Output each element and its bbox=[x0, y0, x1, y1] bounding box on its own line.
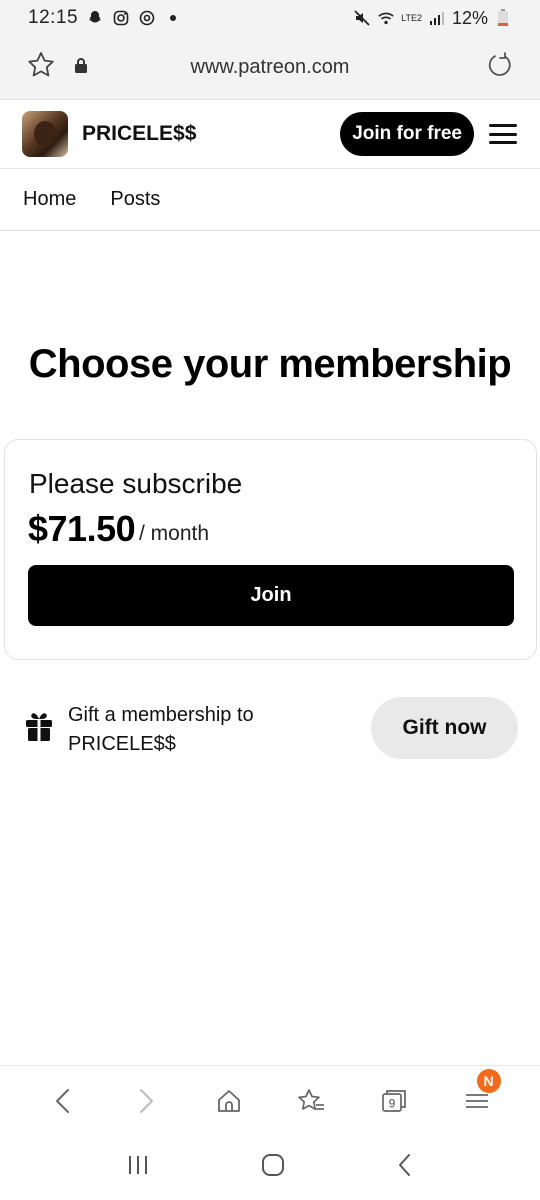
bookmark-star-icon[interactable] bbox=[26, 50, 56, 85]
gift-membership-text: Gift a membership to PRICELE$$ bbox=[68, 704, 254, 755]
mute-icon bbox=[353, 9, 371, 27]
tabs-icon[interactable]: 9 bbox=[374, 1081, 414, 1121]
gift-now-button[interactable]: Gift now bbox=[371, 697, 518, 759]
home-button-icon[interactable] bbox=[260, 1152, 286, 1183]
tier-period: / month bbox=[139, 522, 210, 545]
instagram-icon bbox=[112, 9, 130, 27]
tab-home[interactable]: Home bbox=[23, 188, 76, 211]
browser-toolbar: 9 N bbox=[0, 1065, 540, 1135]
creator-name[interactable]: PRICELE$$ bbox=[82, 122, 196, 146]
gift-membership-row: Gift a membership to PRICELE$$ Gift now bbox=[24, 697, 518, 759]
battery-icon bbox=[494, 9, 512, 27]
network-type-label: LTE2 bbox=[401, 12, 422, 23]
forward-arrow-icon[interactable] bbox=[126, 1081, 166, 1121]
join-button[interactable]: Join bbox=[28, 565, 514, 626]
tier-name: Please subscribe bbox=[29, 468, 243, 499]
signal-icon bbox=[428, 9, 446, 27]
recent-apps-icon[interactable] bbox=[125, 1153, 151, 1182]
dot-icon bbox=[164, 9, 182, 27]
android-nav-bar bbox=[0, 1135, 540, 1200]
bookmarks-icon[interactable] bbox=[291, 1081, 331, 1121]
menu-badge: N bbox=[476, 1068, 501, 1093]
membership-tier-card: Please subscribe $71.50 / month Join bbox=[4, 439, 537, 660]
battery-percent: 12% bbox=[451, 7, 488, 28]
system-back-icon[interactable] bbox=[395, 1152, 415, 1183]
creator-avatar[interactable] bbox=[22, 111, 68, 157]
snapchat-icon bbox=[86, 9, 104, 27]
creator-tabs: Home Posts bbox=[0, 169, 540, 231]
lock-icon[interactable] bbox=[74, 57, 88, 78]
page-title: Choose your membership bbox=[28, 342, 512, 386]
back-arrow-icon[interactable] bbox=[43, 1081, 83, 1121]
browser-menu-icon[interactable]: N bbox=[457, 1068, 501, 1121]
wifi-icon bbox=[377, 9, 395, 27]
tier-price: $71.50 bbox=[28, 508, 136, 549]
reload-icon[interactable] bbox=[486, 52, 514, 83]
join-for-free-button[interactable]: Join for free bbox=[340, 112, 474, 156]
tab-posts[interactable]: Posts bbox=[110, 188, 160, 211]
tabs-count: 9 bbox=[389, 1096, 396, 1110]
status-time: 12:15 bbox=[28, 7, 79, 28]
browser-address-bar: www.patreon.com bbox=[0, 36, 540, 100]
home-icon[interactable] bbox=[209, 1081, 249, 1121]
threads-icon bbox=[138, 9, 156, 27]
gift-icon bbox=[24, 711, 54, 743]
hamburger-menu-icon[interactable] bbox=[488, 122, 518, 146]
status-bar: 12:15 LTE2 12% bbox=[0, 0, 540, 36]
site-header: PRICELE$$ Join for free bbox=[0, 100, 540, 169]
